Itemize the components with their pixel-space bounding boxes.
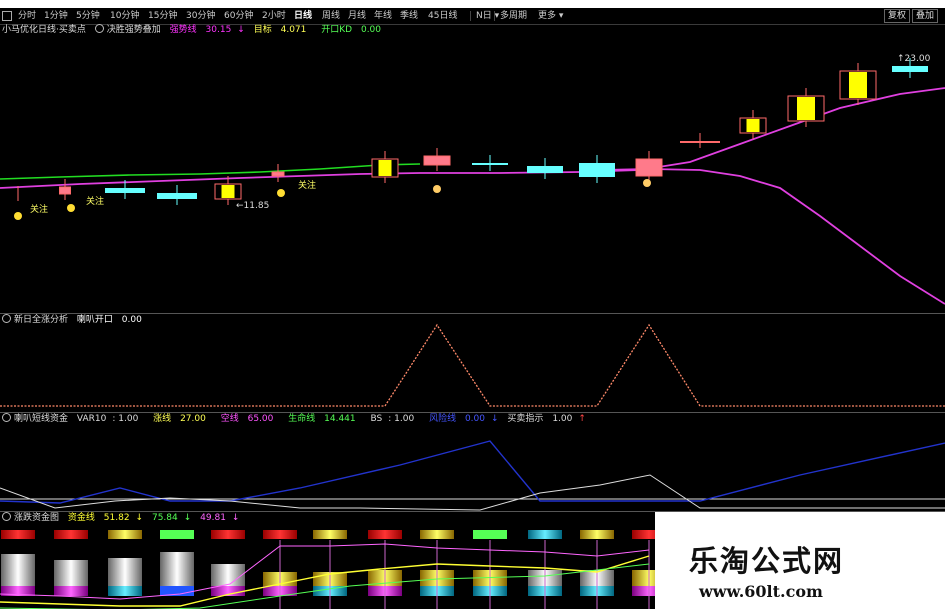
period-tab-5min[interactable]: 5分钟	[76, 10, 100, 22]
period-tab-custom[interactable]: N日 ▾	[476, 10, 499, 22]
legend-strong-line: 强势线 30.15 ↓	[169, 25, 245, 35]
more-periods-dropdown[interactable]: 更多 ▾	[538, 10, 563, 22]
toolbar-divider	[470, 11, 471, 21]
capital-flow-chart[interactable]	[0, 413, 945, 511]
candle-body	[680, 141, 720, 143]
fund-bar-cap	[313, 530, 347, 539]
annotation-label: 关注	[298, 179, 316, 191]
legend-kd: 开口KD 0.00	[321, 25, 382, 35]
coin-icon	[643, 179, 651, 187]
signal-markers: 关注 关注 关注 ←11.85 ↑23.00	[14, 54, 931, 220]
period-tab-10min[interactable]: 10分钟	[110, 10, 139, 22]
candle-body	[423, 155, 451, 166]
period-tab-yearly[interactable]: 年线	[374, 10, 392, 22]
legend-value-2: 75.84 ↓	[151, 513, 192, 523]
candle-body	[271, 171, 285, 177]
period-tab-2hour[interactable]: 2小时	[262, 10, 286, 22]
watermark-overlay: 乐淘公式网 www.60lt.com	[655, 512, 945, 609]
candle-body-fill	[746, 119, 760, 132]
candle-body	[579, 163, 615, 177]
candle-body	[635, 158, 663, 177]
candle-body-fill	[378, 160, 392, 176]
fund-bar-lower	[108, 586, 142, 596]
toolbar-divider	[494, 11, 495, 21]
period-tab-30min[interactable]: 30分钟	[186, 10, 215, 22]
fund-bar-cap	[528, 530, 562, 539]
fund-bar-upper	[160, 552, 194, 586]
fund-bar-upper	[211, 564, 245, 586]
watermark-url: www.60lt.com	[699, 582, 823, 601]
horn-indicator-chart[interactable]	[0, 314, 945, 412]
ma-green-line	[0, 163, 421, 180]
fund-bar-upper	[54, 560, 88, 586]
more-label: 更多	[538, 11, 557, 21]
candle-body-fill	[797, 97, 815, 120]
fund-bar-lower	[54, 586, 88, 596]
coin-icon	[433, 185, 441, 193]
panel4-title: 涨跌资金图	[14, 513, 60, 523]
fund-bar-cap	[108, 530, 142, 539]
annotation-label: 关注	[86, 195, 104, 207]
period-tab-45day[interactable]: 45日线	[428, 10, 457, 22]
horn-zigzag-line	[0, 323, 945, 407]
period-tab-quarterly[interactable]: 季线	[400, 10, 418, 22]
adjust-button[interactable]: 复权	[884, 9, 911, 23]
price-chart[interactable]: 关注 关注 关注 ←11.85 ↑23.00	[0, 36, 945, 313]
white-signal-line	[0, 474, 945, 511]
period-tab-15min[interactable]: 15分钟	[148, 10, 177, 22]
main-legend: 小马优化日线·买卖点 决胜强势叠加 强势线 30.15 ↓ 目标 4.071 开口…	[2, 24, 393, 36]
price-low-label: ←11.85	[236, 201, 269, 211]
risk-blue-line	[0, 440, 945, 504]
fund-bar-cap	[368, 530, 402, 539]
smile-icon	[14, 212, 22, 220]
period-tab-multi[interactable]: 多周期	[500, 10, 527, 22]
fund-bar-cap	[473, 530, 507, 539]
settings-circle-icon[interactable]	[2, 512, 11, 521]
candle-body	[17, 194, 19, 196]
watermark-title: 乐淘公式网	[689, 544, 845, 578]
period-tab-weekly[interactable]: 周线	[322, 10, 340, 22]
candle-body	[472, 163, 508, 165]
candle-body	[105, 188, 145, 193]
fund-bar-cap	[580, 530, 614, 539]
candle-body	[59, 186, 71, 195]
annotation-label: 关注	[30, 203, 48, 215]
smile-icon	[67, 204, 75, 212]
fund-bar-cap	[1, 530, 35, 539]
price-high-label: ↑23.00	[897, 54, 931, 64]
period-toolbar: 分时 1分钟 5分钟 10分钟 15分钟 30分钟 60分钟 2小时 日线 周线…	[0, 8, 945, 25]
fund-bar-cap	[54, 530, 88, 539]
period-tab-60min[interactable]: 60分钟	[224, 10, 253, 22]
fund-bar-cap	[420, 530, 454, 539]
window-icon[interactable]	[2, 11, 12, 21]
period-tab-daily[interactable]: 日线	[294, 10, 312, 22]
period-tab-monthly[interactable]: 月线	[348, 10, 366, 22]
formula-name: 决胜强势叠加	[106, 25, 161, 35]
settings-circle-icon[interactable]	[94, 24, 104, 33]
trend-line	[599, 168, 945, 305]
smile-icon	[277, 189, 285, 197]
fund-bar-cap	[160, 530, 194, 539]
candle-body	[157, 193, 197, 199]
fund-bar-cap	[211, 530, 245, 539]
fund-bar-cap	[263, 530, 297, 539]
candle-body-fill	[849, 72, 867, 98]
overlay-button[interactable]: 叠加	[912, 9, 939, 23]
candle-body	[892, 66, 928, 72]
stock-chart-app: 分时 1分钟 5分钟 10分钟 15分钟 30分钟 60分钟 2小时 日线 周线…	[0, 8, 945, 609]
legend-target: 目标 4.071	[253, 25, 307, 35]
fund-bar-upper	[1, 554, 35, 586]
period-tab-intraday[interactable]: 分时	[18, 10, 36, 22]
fund-bar-upper	[108, 558, 142, 586]
candle-body	[527, 166, 563, 173]
candles-group	[17, 58, 928, 205]
candle-body-fill	[221, 185, 235, 198]
period-tab-1min[interactable]: 1分钟	[44, 10, 68, 22]
legend-value-3: 49.81 ↓	[200, 513, 240, 523]
panel4-legend: 涨跌资金图 资金线 51.82 ↓ 75.84 ↓ 49.81 ↓	[2, 512, 245, 524]
indicator-title: 小马优化日线·买卖点	[2, 25, 86, 35]
legend-fund-line: 资金线 51.82 ↓	[67, 513, 144, 523]
